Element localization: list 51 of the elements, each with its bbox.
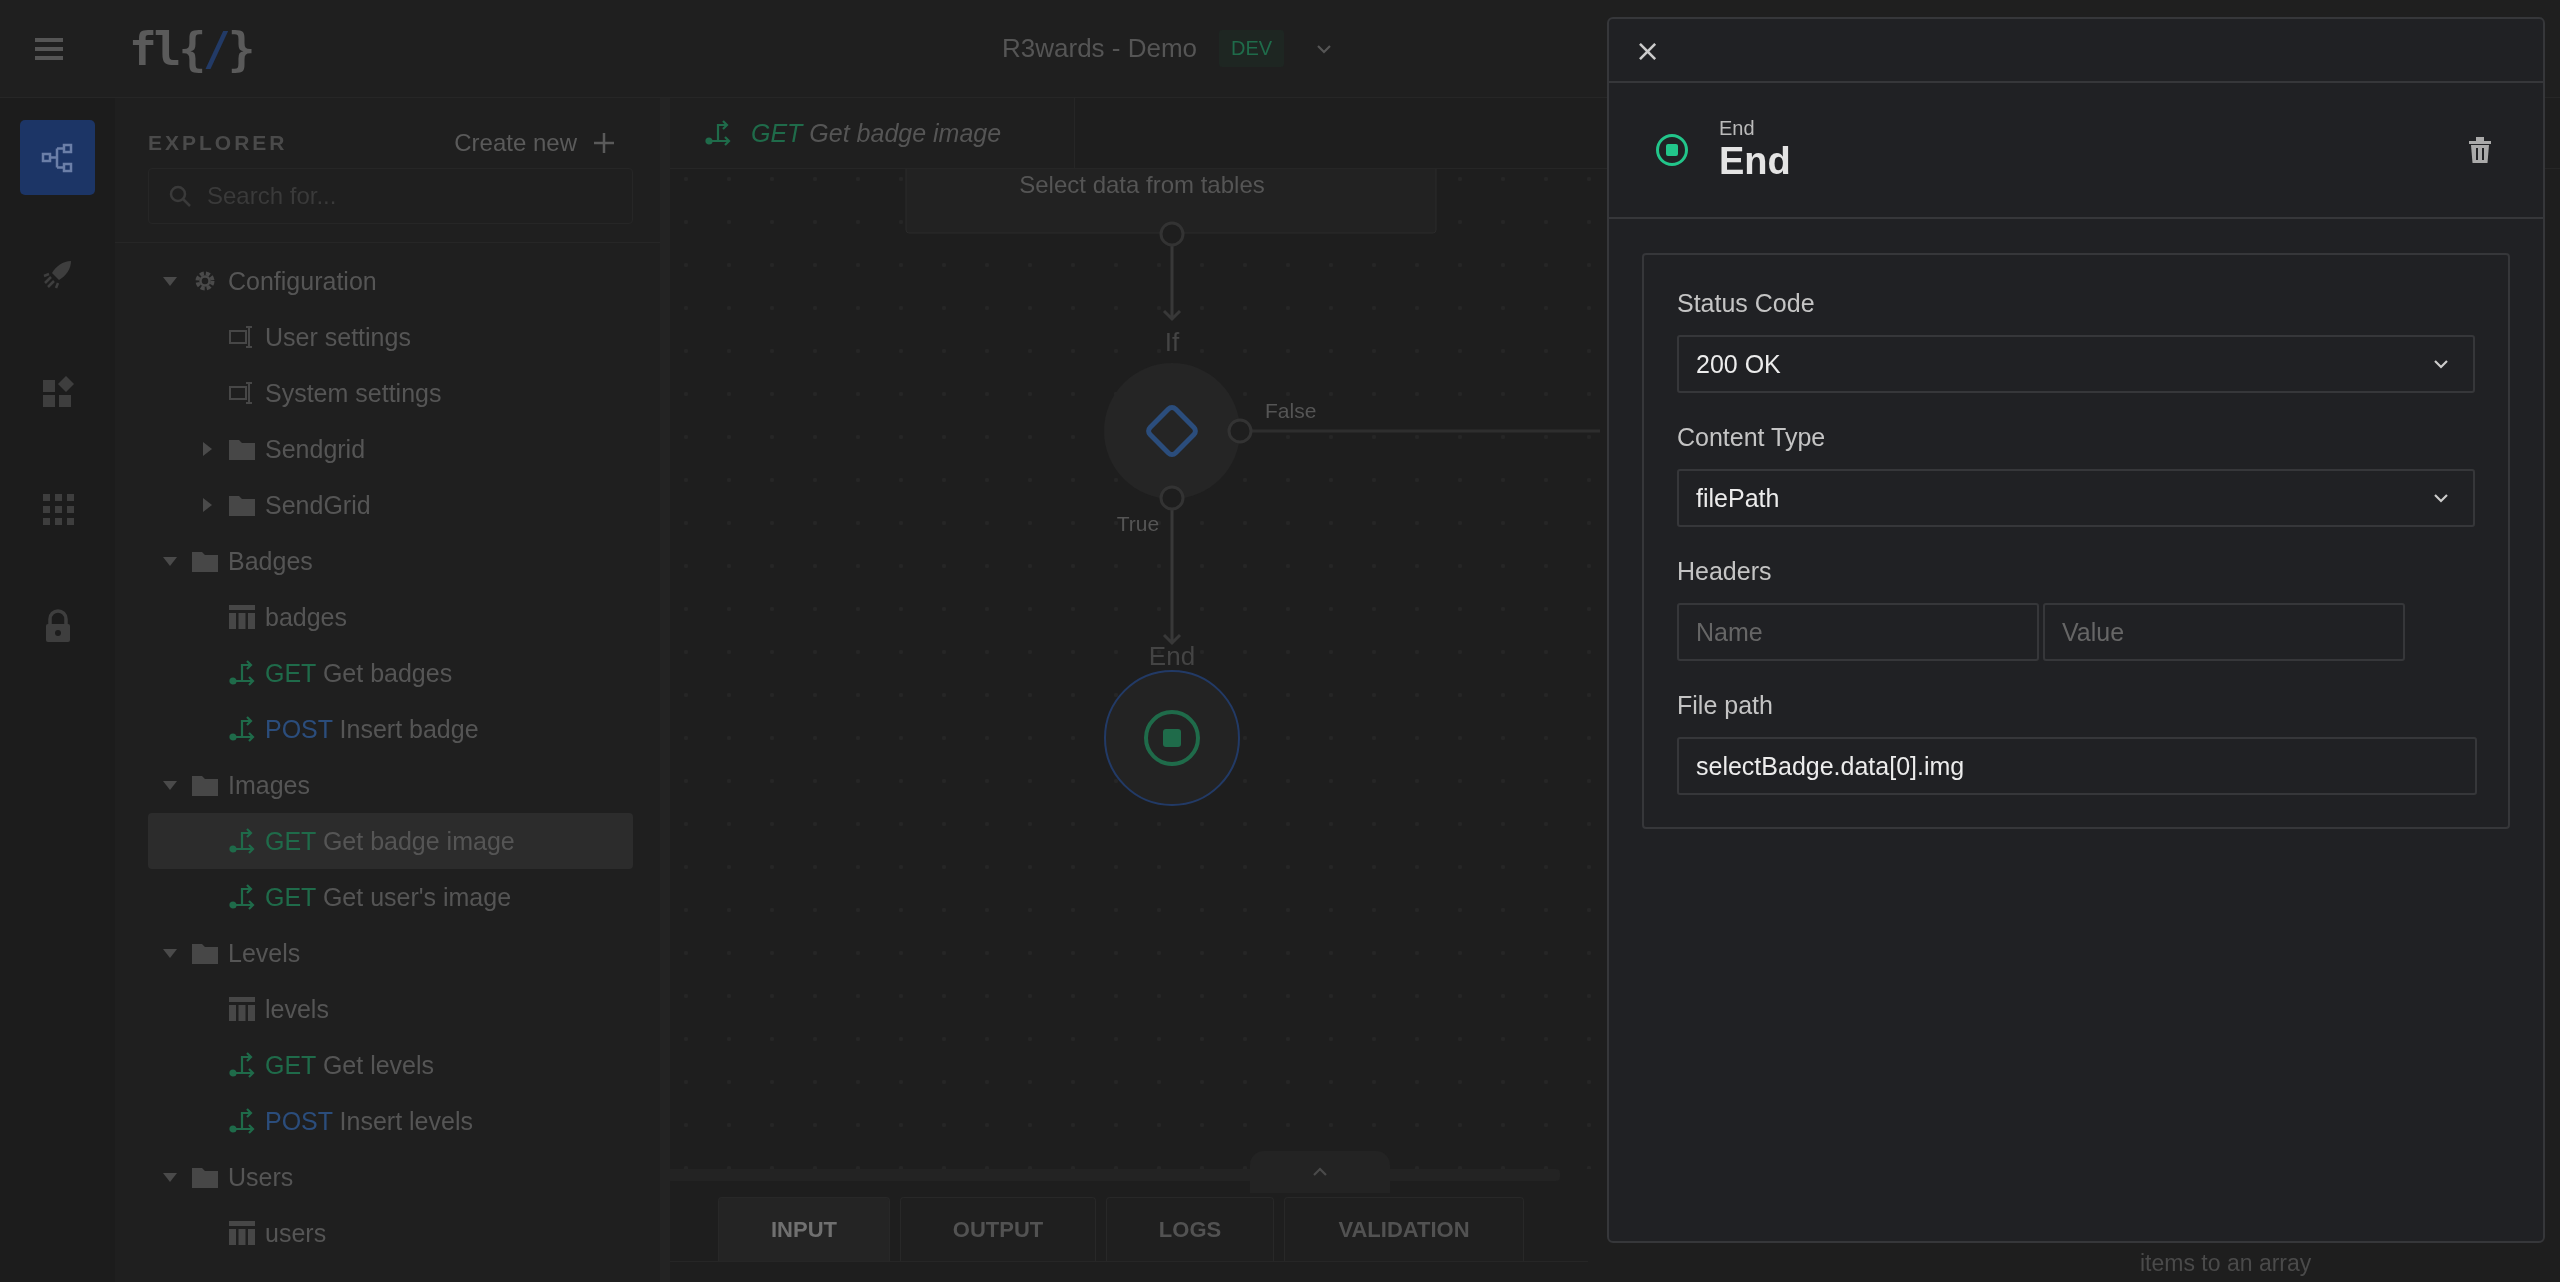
folder-icon bbox=[192, 550, 218, 572]
route-icon bbox=[229, 1052, 255, 1078]
trash-icon[interactable] bbox=[2469, 137, 2491, 163]
config-icon bbox=[229, 380, 255, 406]
route-icon bbox=[229, 884, 255, 910]
folder-icon bbox=[192, 942, 218, 964]
route-icon bbox=[229, 828, 255, 854]
route-icon bbox=[229, 660, 255, 686]
condition-node[interactable] bbox=[1104, 363, 1240, 499]
chevron-down-icon[interactable] bbox=[1316, 43, 1333, 54]
folder-icon bbox=[229, 494, 255, 516]
field-label: Status Code bbox=[1677, 289, 1816, 318]
panel-tab[interactable]: INPUT bbox=[718, 1197, 890, 1261]
table-icon bbox=[229, 605, 255, 629]
chevron-down-icon bbox=[2433, 359, 2449, 369]
output-port[interactable] bbox=[1159, 221, 1185, 247]
menu-icon[interactable] bbox=[35, 36, 63, 61]
panel-handle[interactable] bbox=[1250, 1151, 1390, 1193]
config-icon bbox=[229, 324, 255, 350]
node-type: End bbox=[1719, 117, 1756, 140]
chevron-down-icon bbox=[2433, 493, 2449, 503]
folder-icon bbox=[229, 438, 255, 460]
route-icon bbox=[705, 120, 731, 146]
route-icon bbox=[229, 716, 255, 742]
route-icon bbox=[229, 1108, 255, 1134]
table-icon bbox=[229, 997, 255, 1021]
status-code-select[interactable]: 200 OK bbox=[1677, 335, 2475, 393]
field-label: Headers bbox=[1677, 557, 1773, 586]
table-icon bbox=[229, 1221, 255, 1245]
header-value-field[interactable]: Value bbox=[2043, 603, 2405, 661]
create-new-button[interactable]: Create new bbox=[454, 129, 615, 157]
diamond-icon bbox=[1144, 403, 1200, 459]
field-label: Content Type bbox=[1677, 423, 1827, 452]
header-name-field[interactable]: Name bbox=[1677, 603, 2039, 661]
folder-icon bbox=[192, 774, 218, 796]
folder-icon bbox=[192, 1166, 218, 1188]
node-title: End bbox=[1719, 140, 1792, 183]
close-button[interactable]: × bbox=[1629, 32, 1667, 68]
stop-icon bbox=[1144, 710, 1200, 766]
field-label: File path bbox=[1677, 691, 1774, 720]
output-port[interactable] bbox=[1159, 485, 1185, 511]
plus-icon bbox=[593, 132, 615, 154]
flow-nav-button[interactable] bbox=[20, 120, 95, 195]
end-node[interactable] bbox=[1104, 670, 1240, 806]
search-icon bbox=[168, 184, 192, 208]
stop-icon bbox=[1655, 133, 1689, 167]
file-path-field[interactable]: selectBadge.data[0].img bbox=[1677, 737, 2477, 795]
content-type-select[interactable]: filePath bbox=[1677, 469, 2475, 527]
environment-badge: DEV bbox=[1219, 30, 1285, 67]
logo: fl{/} bbox=[129, 21, 253, 76]
chevron-up-icon bbox=[1312, 1167, 1328, 1177]
